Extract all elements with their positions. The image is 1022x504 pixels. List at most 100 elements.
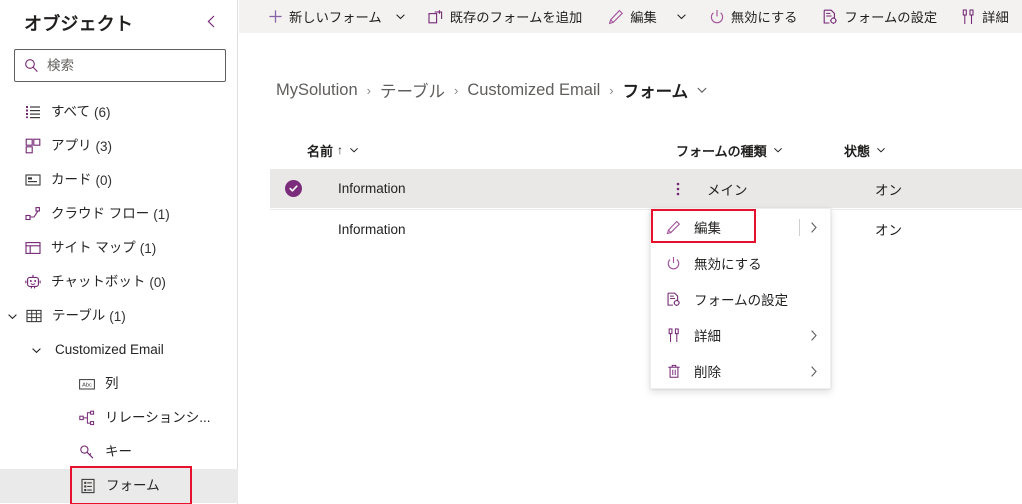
details-button[interactable]: 詳細 [954, 0, 1016, 33]
main-content: MySolution › テーブル › Customized Email › フ… [239, 33, 1022, 504]
chevron-down-icon[interactable] [876, 145, 886, 155]
cell-name: Information [338, 221, 406, 237]
column-label: フォームの種類 [676, 143, 767, 159]
add-existing-form-button[interactable]: 既存のフォームを追加 [421, 0, 590, 33]
table-icon [25, 307, 43, 325]
cell-form-type: メイン [707, 182, 748, 198]
sidebar-item-label: アプリ [51, 138, 92, 154]
sidebar-item-label: リレーションシ... [105, 410, 211, 426]
breadcrumb-separator: › [366, 82, 371, 98]
search-icon [24, 58, 39, 73]
form-settings-button[interactable]: フォームの設定 [815, 0, 944, 33]
pencil-icon [608, 9, 624, 25]
chevron-left-icon[interactable] [198, 8, 224, 34]
new-form-caret[interactable] [389, 0, 412, 33]
table-row[interactable]: Information オン [270, 209, 1022, 248]
sidebar-item-all[interactable]: すべて (6) [0, 95, 238, 129]
sidebar-item-label: フォーム [106, 477, 160, 493]
context-menu-item-edit[interactable]: 編集 [651, 209, 830, 245]
sidebar-item-customized-email[interactable]: Customized Email [0, 333, 238, 367]
sort-ascending-icon: ↑ [337, 143, 344, 157]
context-menu-label: フォームの設定 [694, 293, 789, 308]
sidebar-item-forms-row[interactable]: フォーム [0, 466, 238, 504]
list-all-icon [24, 103, 42, 121]
context-menu-item-details[interactable]: 詳細 [651, 317, 830, 353]
sidebar-item-cards[interactable]: カード (0) [0, 163, 238, 197]
breadcrumb-item-tables[interactable]: テーブル [380, 78, 445, 102]
sitemap-icon [24, 239, 42, 257]
trash-icon [665, 364, 682, 379]
edit-caret[interactable] [670, 0, 693, 33]
app-root: オブジェクト すべて (6) [0, 0, 1022, 504]
toolbar-label: フォームの設定 [844, 10, 938, 25]
column-header-state[interactable]: 状態 [844, 141, 886, 160]
context-menu: 編集 無効にする フォームの設定 詳細 削除 [650, 208, 831, 389]
sidebar-item-apps[interactable]: アプリ (3) [0, 129, 238, 163]
sidebar-item-count: (3) [95, 138, 113, 154]
chevron-right-icon[interactable] [809, 329, 819, 342]
breadcrumb-item-forms[interactable]: フォーム [623, 78, 689, 102]
page-title: オブジェクト [24, 14, 134, 34]
details-caret[interactable] [1016, 0, 1022, 33]
sidebar-item-chatbots[interactable]: チャットボット (0) [0, 265, 238, 299]
details-icon [961, 8, 976, 25]
sidebar-item-keys[interactable]: キー [0, 435, 238, 469]
sidebar: オブジェクト すべて (6) [0, 0, 238, 504]
card-icon [24, 171, 42, 189]
sidebar-item-count: (1) [139, 240, 157, 256]
sidebar-item-count: (0) [95, 172, 113, 188]
row-selected-checkmark-icon[interactable] [285, 180, 302, 197]
cell-state: オン [875, 223, 902, 238]
key-icon [78, 443, 96, 461]
svg-text:Abc: Abc [82, 382, 92, 388]
sidebar-item-label: チャットボット [51, 274, 146, 290]
sidebar-item-label: テーブル [52, 308, 106, 324]
pencil-icon [665, 220, 682, 235]
details-icon [665, 327, 682, 343]
command-bar: 新しいフォーム 既存のフォームを追加 編集 無効にする フォームの設定 詳細 [239, 0, 1022, 33]
context-menu-item-delete[interactable]: 削除 [651, 353, 830, 389]
new-form-button[interactable]: 新しいフォーム [261, 0, 389, 33]
chevron-down-icon[interactable] [28, 342, 44, 358]
form-settings-icon [665, 292, 682, 307]
breadcrumb-separator: › [609, 82, 614, 98]
breadcrumb-separator: › [453, 82, 459, 98]
sidebar-item-label: Customized Email [55, 342, 164, 358]
sidebar-item-label: 列 [105, 376, 119, 392]
sidebar-item-tables[interactable]: テーブル (1) [0, 299, 238, 333]
chevron-right-icon[interactable] [809, 221, 819, 234]
toolbar-label: 編集 [630, 10, 657, 25]
chevron-down-icon[interactable] [773, 145, 783, 155]
context-menu-item-deactivate[interactable]: 無効にする [651, 245, 830, 281]
toolbar-label: 既存のフォームを追加 [449, 10, 583, 25]
column-header-form-type[interactable]: フォームの種類 [676, 141, 783, 160]
search-box[interactable] [14, 49, 226, 82]
sidebar-item-cloud-flows[interactable]: クラウド フロー (1) [0, 197, 238, 231]
context-menu-label: 無効にする [694, 257, 762, 272]
toolbar-label: 無効にする [730, 10, 798, 25]
deactivate-button[interactable]: 無効にする [702, 0, 805, 33]
sidebar-item-relationships[interactable]: リレーションシ... [0, 401, 238, 435]
breadcrumb-item-mysolution[interactable]: MySolution [276, 81, 358, 100]
breadcrumb: MySolution › テーブル › Customized Email › フ… [276, 78, 708, 102]
chevron-right-icon[interactable] [809, 365, 819, 378]
sidebar-item-sitemap[interactable]: サイト マップ (1) [0, 231, 238, 265]
chatbot-icon [24, 273, 42, 291]
power-icon [665, 256, 682, 271]
chevron-down-icon[interactable] [349, 145, 359, 155]
search-input[interactable] [47, 58, 207, 73]
edit-button[interactable]: 編集 [601, 0, 664, 33]
table-row[interactable]: Information メイン オン [270, 169, 1022, 208]
relationships-icon [78, 409, 96, 427]
sidebar-item-forms[interactable]: フォーム [70, 466, 192, 504]
sidebar-item-columns[interactable]: Abc 列 [0, 367, 238, 401]
more-vertical-icon[interactable] [670, 181, 686, 197]
breadcrumb-item-customized-email[interactable]: Customized Email [467, 81, 600, 100]
sidebar-item-label: キー [105, 444, 132, 460]
column-header-name[interactable]: 名前 ↑ [307, 141, 359, 160]
sidebar-item-count: (6) [94, 104, 111, 120]
chevron-down-icon[interactable] [696, 84, 708, 96]
context-menu-item-form-settings[interactable]: フォームの設定 [651, 281, 830, 317]
cell-name: Information [338, 181, 406, 196]
chevron-down-icon[interactable] [4, 308, 20, 324]
